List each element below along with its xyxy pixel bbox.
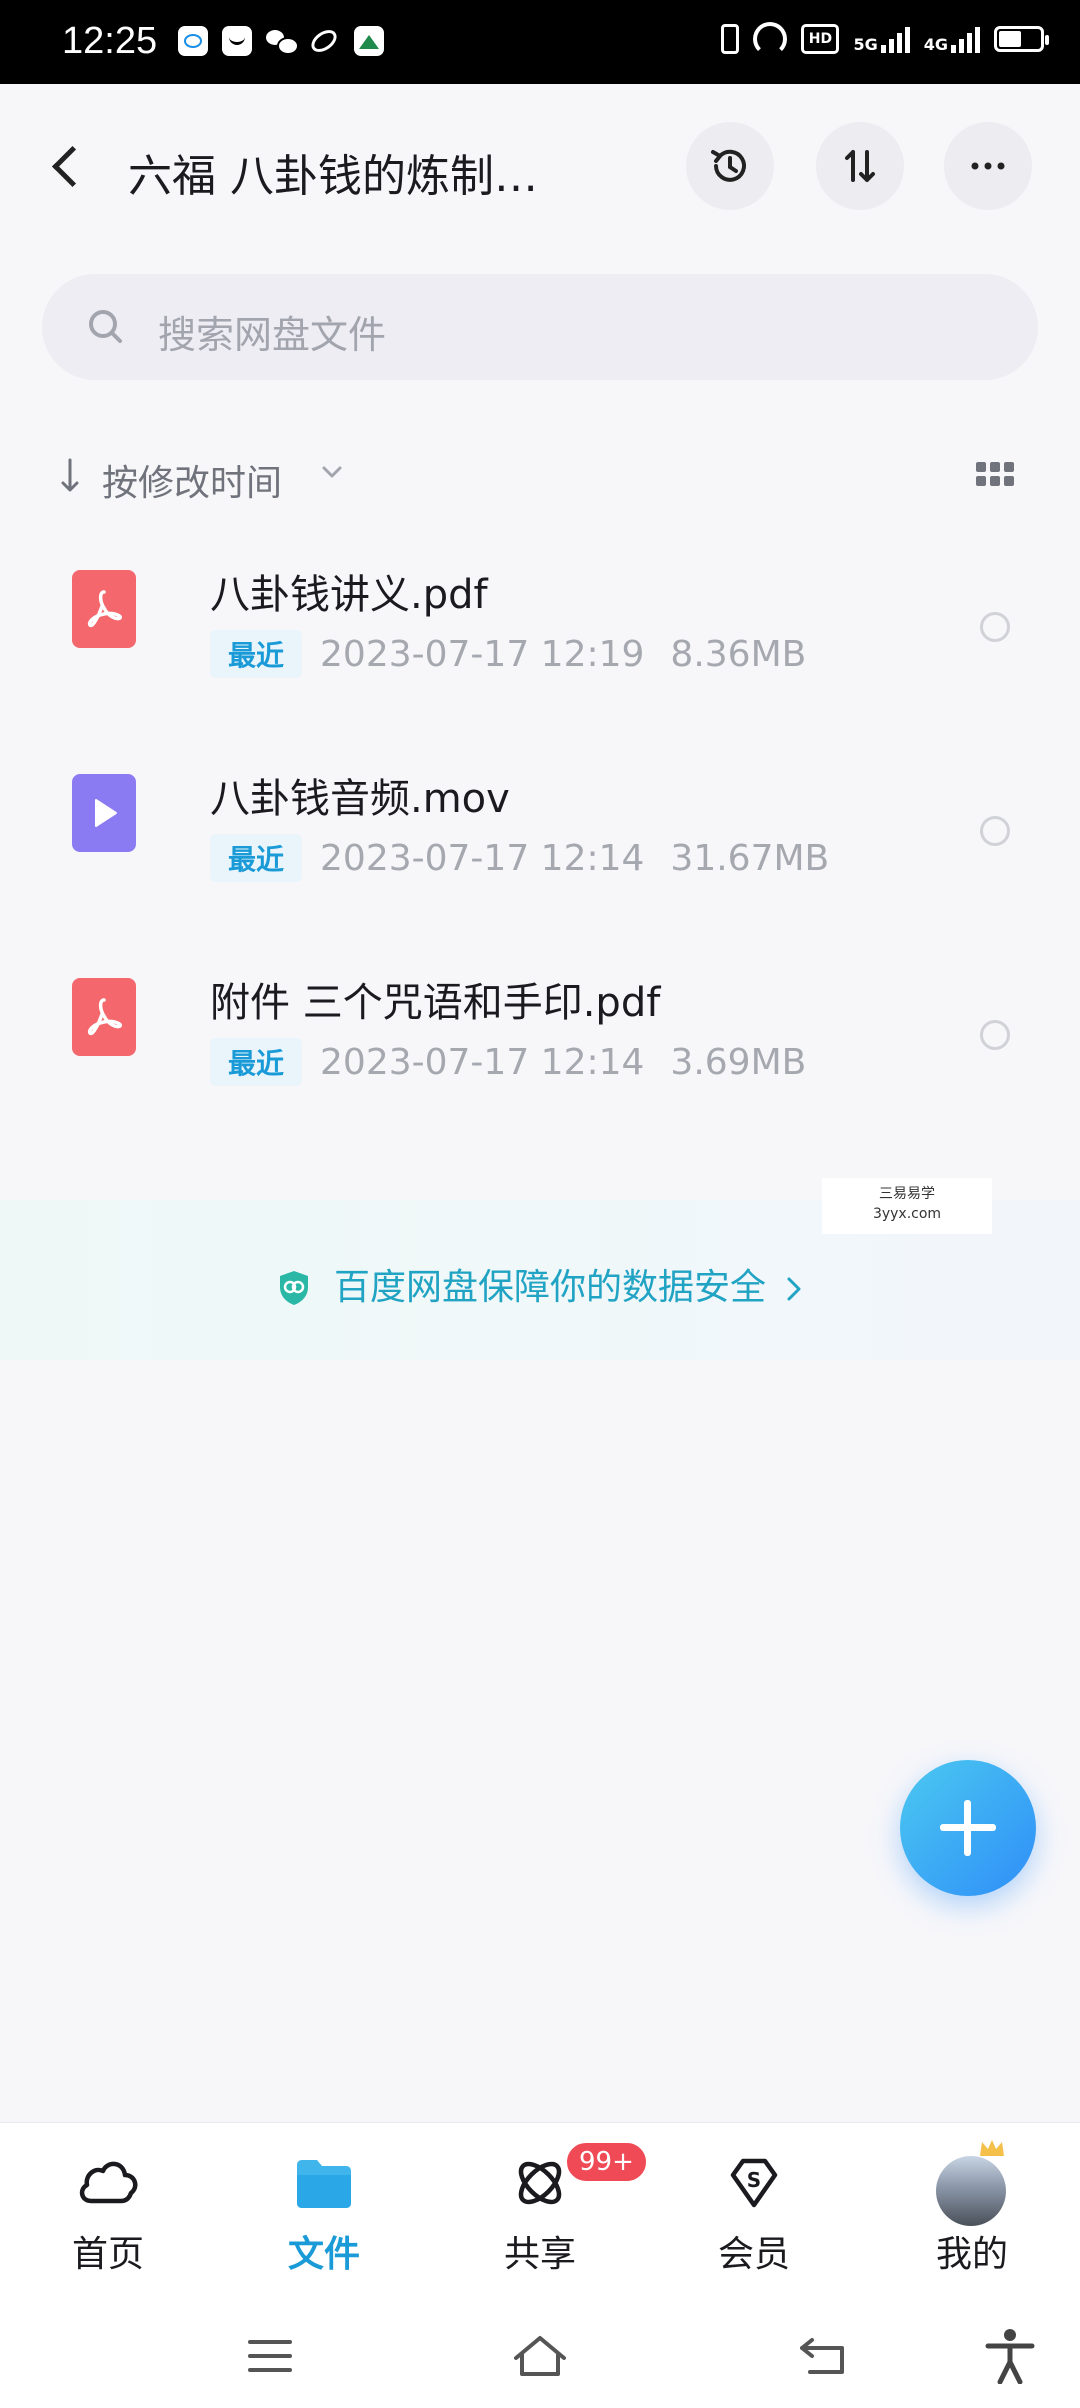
recent-badge: 最近 [210, 630, 303, 678]
crown-icon [980, 2140, 1004, 2156]
speedometer-icon [753, 22, 788, 56]
notification-icons [178, 26, 384, 56]
recent-badge: 最近 [210, 1038, 303, 1086]
vibrate-icon [721, 24, 740, 54]
tab-vip-label: 会员 [717, 2234, 790, 2275]
chevron-down-icon[interactable] [320, 462, 344, 482]
pdf-file-icon [72, 570, 136, 648]
sort-selector[interactable]: 按修改时间 [102, 454, 282, 506]
tab-home[interactable]: 首页 [28, 2153, 188, 2283]
wechat-notification-icon [266, 26, 299, 56]
tab-mine-label: 我的 [935, 2234, 1008, 2275]
signal-4g: 4G [924, 25, 980, 53]
file-item[interactable]: 八卦钱音频.mov 最近 2023-07-17 12:14 31.67MB [0, 744, 1080, 924]
status-time: 12:25 [62, 20, 158, 62]
file-meta: 最近 2023-07-17 12:19 8.36MB [210, 630, 806, 678]
system-icons: HD 5G 4G [721, 22, 1049, 56]
menu-icon[interactable] [246, 2336, 294, 2376]
more-button[interactable] [944, 122, 1032, 210]
select-checkbox[interactable] [980, 1020, 1010, 1050]
battery-icon [994, 26, 1049, 52]
file-date: 2023-07-17 12:14 [320, 1041, 645, 1083]
signal-bars-icon [880, 25, 910, 53]
gallery-notification-icon [354, 26, 384, 56]
back-nav-icon[interactable] [796, 2334, 852, 2378]
watermark-line2: 3yyx.com [872, 1206, 942, 1222]
baidu-netdisk-notification-icon [178, 26, 208, 56]
accessibility-icon[interactable] [984, 2328, 1036, 2384]
status-bar: 12:25 HD 5G 4G [0, 0, 1080, 84]
security-banner-content: 百度网盘保障你的数据安全 [0, 1258, 1080, 1310]
tab-home-label: 首页 [71, 2234, 144, 2275]
folder-icon [297, 2160, 351, 2208]
tab-files-label: 文件 [287, 2234, 360, 2275]
history-button[interactable] [686, 122, 774, 210]
file-item[interactable]: 附件 三个咒语和手印.pdf 最近 2023-07-17 12:14 3.69M… [0, 948, 1080, 1128]
file-size: 3.69MB [670, 1041, 807, 1083]
search-placeholder: 搜索网盘文件 [158, 313, 387, 357]
signal-5g: 5G [853, 25, 910, 53]
file-name: 八卦钱讲义.pdf [210, 572, 488, 618]
avatar[interactable] [936, 2156, 1006, 2226]
more-icon [971, 162, 1005, 170]
sort-bar: 按修改时间 [0, 442, 1080, 512]
watermark-line1: 三易易学 [879, 1186, 935, 1202]
shield-icon [279, 1271, 308, 1305]
orbit-app-notification-icon [310, 26, 340, 56]
file-size: 31.67MB [670, 837, 830, 879]
page-title: 六福 八卦钱的炼制… [128, 151, 538, 202]
video-file-icon [72, 774, 136, 852]
sort-arrow-icon [61, 458, 79, 492]
vip-icon: S [730, 2158, 778, 2208]
signal-bars-icon [951, 25, 980, 53]
recent-badge: 最近 [210, 834, 303, 882]
file-meta: 最近 2023-07-17 12:14 3.69MB [210, 1038, 806, 1086]
file-name: 附件 三个咒语和手印.pdf [210, 980, 661, 1026]
transfer-button[interactable] [816, 122, 904, 210]
chevron-right-icon [787, 1277, 801, 1301]
history-icon [711, 149, 746, 182]
search-input[interactable]: 搜索网盘文件 [42, 274, 1038, 380]
header: 六福 八卦钱的炼制… [0, 84, 1080, 244]
file-date: 2023-07-17 12:14 [320, 837, 645, 879]
hd-icon: HD [801, 24, 840, 54]
watermark: 三易易学 3yyx.com [822, 1178, 992, 1234]
back-icon[interactable] [48, 146, 88, 186]
tab-vip[interactable]: S 会员 [674, 2153, 834, 2283]
select-checkbox[interactable] [980, 816, 1010, 846]
cloud-icon [79, 2161, 138, 2204]
file-item[interactable]: 八卦钱讲义.pdf 最近 2023-07-17 12:19 8.36MB [0, 540, 1080, 720]
sort-icon [845, 150, 875, 182]
share-notification-badge: 99+ [564, 2140, 649, 2184]
shopping-bag-notification-icon [222, 26, 252, 56]
tab-bar: 首页 文件 共享 S 会员 我的 [0, 2122, 1080, 2293]
file-size: 8.36MB [670, 633, 807, 675]
search-icon [89, 310, 122, 343]
grid-view-icon[interactable] [976, 462, 1016, 490]
tab-share-label: 共享 [503, 2234, 576, 2275]
file-date: 2023-07-17 12:19 [320, 633, 645, 675]
select-checkbox[interactable] [980, 612, 1010, 642]
home-icon[interactable] [510, 2332, 570, 2380]
add-button[interactable] [900, 1760, 1036, 1896]
file-meta: 最近 2023-07-17 12:14 31.67MB [210, 834, 829, 882]
tab-files[interactable]: 文件 [244, 2153, 404, 2283]
svg-text:S: S [747, 2168, 761, 2192]
pdf-file-icon [72, 978, 136, 1056]
security-banner-text: 百度网盘保障你的数据安全 [333, 1267, 766, 1308]
file-name: 八卦钱音频.mov [210, 776, 510, 822]
system-nav-bar [0, 2292, 1080, 2408]
